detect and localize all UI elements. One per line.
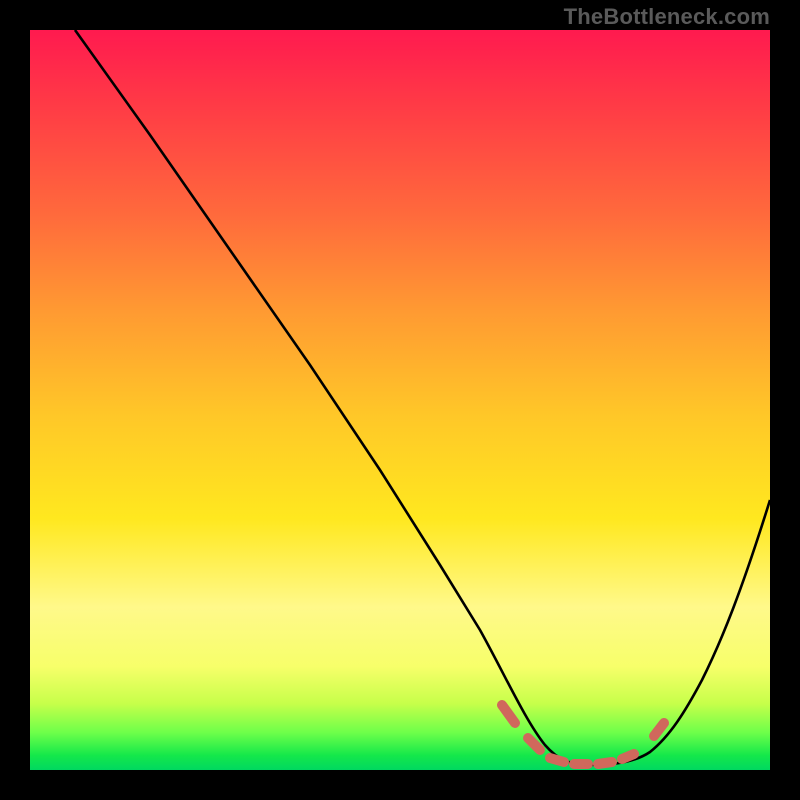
chart-frame: TheBottleneck.com: [0, 0, 800, 800]
curve-path: [75, 30, 770, 765]
optimal-range-marker: [502, 705, 664, 764]
watermark-text: TheBottleneck.com: [564, 4, 770, 30]
bottleneck-curve: [30, 30, 770, 770]
plot-area: [30, 30, 770, 770]
